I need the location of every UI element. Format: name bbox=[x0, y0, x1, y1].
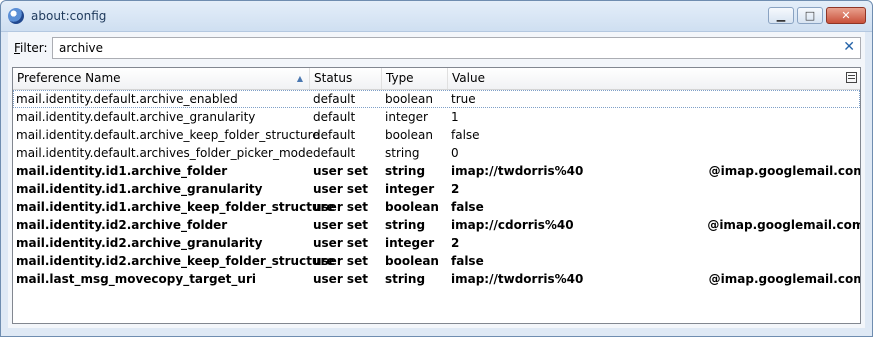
table-row[interactable]: mail.identity.id2.archive_granularity use… bbox=[13, 234, 860, 252]
pref-status-cell: user set bbox=[313, 164, 368, 178]
maximize-icon: □ bbox=[804, 9, 816, 22]
pref-status-cell: user set bbox=[313, 272, 368, 286]
pref-status-cell: user set bbox=[313, 254, 368, 268]
column-picker-icon[interactable] bbox=[846, 72, 857, 83]
pref-value-cell: false bbox=[451, 254, 484, 268]
pref-type-cell: string bbox=[385, 146, 420, 160]
pref-value-cell: imap://cdorris%40 @imap.googlemail.com/A… bbox=[451, 218, 860, 232]
maximize-button[interactable]: □ bbox=[797, 7, 823, 24]
pref-value-cell: 0 bbox=[451, 146, 459, 160]
pref-name-cell: mail.identity.id2.archive_keep_folder_st… bbox=[16, 254, 335, 268]
sort-ascending-icon: ▲ bbox=[296, 74, 303, 83]
pref-name-cell: mail.identity.default.archive_granularit… bbox=[16, 110, 256, 124]
table-row[interactable]: mail.identity.id1.archive_keep_folder_st… bbox=[13, 198, 860, 216]
preferences-tree[interactable]: Preference Name ▲ Status Type Value mail… bbox=[12, 67, 861, 324]
window-controls: ▁ □ ✕ bbox=[768, 7, 866, 24]
minimize-button[interactable]: ▁ bbox=[768, 7, 794, 24]
pref-name-cell: mail.identity.default.archive_keep_folde… bbox=[16, 128, 320, 142]
pref-status-cell: user set bbox=[313, 182, 368, 196]
pref-name-cell: mail.identity.id1.archive_granularity bbox=[16, 182, 263, 196]
minimize-icon: ▁ bbox=[776, 9, 786, 22]
title-bar[interactable]: about:config ▁ □ ✕ bbox=[1, 1, 872, 32]
pref-status-cell: user set bbox=[313, 218, 368, 232]
clear-filter-icon[interactable]: ✕ bbox=[843, 39, 855, 55]
window-title: about:config bbox=[31, 9, 107, 23]
pref-value-cell: 2 bbox=[451, 236, 460, 250]
pref-type-cell: integer bbox=[385, 110, 428, 124]
pref-type-cell: integer bbox=[385, 182, 435, 196]
pref-type-cell: boolean bbox=[385, 92, 433, 106]
column-header-type[interactable]: Type bbox=[382, 68, 448, 89]
pref-status-cell: default bbox=[313, 128, 356, 142]
pref-name-cell: mail.identity.id1.archive_keep_folder_st… bbox=[16, 200, 335, 214]
config-content: Filter: archive ✕ Preference Name ▲ Stat… bbox=[8, 32, 865, 328]
pref-status-cell: default bbox=[313, 92, 356, 106]
pref-status-cell: user set bbox=[313, 200, 368, 214]
table-row[interactable]: mail.last_msg_movecopy_target_uri user se… bbox=[13, 270, 860, 288]
pref-value-cell: imap://twdorris%40 @imap.googlemail.com/… bbox=[451, 272, 860, 286]
pref-name-cell: mail.identity.default.archive_enabled bbox=[16, 92, 238, 106]
pref-type-cell: string bbox=[385, 164, 426, 178]
pref-value-cell: false bbox=[451, 200, 484, 214]
pref-value-cell: imap://twdorris%40 @imap.googlemail.com/… bbox=[451, 164, 860, 178]
column-header-value[interactable]: Value bbox=[448, 68, 840, 89]
column-header-status[interactable]: Status bbox=[310, 68, 382, 89]
pref-name-cell: mail.identity.id2.archive_granularity bbox=[16, 236, 263, 250]
pref-status-cell: default bbox=[313, 146, 356, 160]
tree-header: Preference Name ▲ Status Type Value bbox=[13, 68, 860, 90]
close-button[interactable]: ✕ bbox=[826, 7, 866, 24]
filter-input[interactable]: archive ✕ bbox=[52, 37, 861, 59]
pref-value-cell: true bbox=[451, 92, 476, 106]
pref-name-cell: mail.last_msg_movecopy_target_uri bbox=[16, 272, 256, 286]
pref-name-cell: mail.identity.id2.archive_folder bbox=[16, 218, 228, 232]
table-row[interactable]: mail.identity.default.archive_granularit… bbox=[13, 108, 860, 126]
close-icon: ✕ bbox=[841, 9, 851, 22]
pref-value-cell: 2 bbox=[451, 182, 460, 196]
pref-name-cell: mail.identity.id1.archive_folder bbox=[16, 164, 228, 178]
pref-value-cell: false bbox=[451, 128, 480, 142]
pref-type-cell: boolean bbox=[385, 254, 439, 268]
filter-label: Filter: bbox=[14, 41, 48, 55]
table-row[interactable]: mail.identity.id2.archive_folder user set… bbox=[13, 216, 860, 234]
pref-type-cell: integer bbox=[385, 236, 435, 250]
about-config-window: about:config ▁ □ ✕ Filter: archive ✕ Pre… bbox=[0, 0, 873, 337]
pref-status-cell: default bbox=[313, 110, 356, 124]
table-row[interactable]: mail.identity.id1.archive_granularity use… bbox=[13, 180, 860, 198]
pref-type-cell: boolean bbox=[385, 200, 439, 214]
pref-name-cell: mail.identity.default.archives_folder_pi… bbox=[16, 146, 313, 160]
thunderbird-app-icon bbox=[8, 8, 24, 24]
pref-type-cell: string bbox=[385, 218, 426, 232]
filter-value: archive bbox=[59, 41, 104, 55]
preference-rows: mail.identity.default.archive_enableddef… bbox=[13, 90, 860, 288]
table-row[interactable]: mail.identity.default.archives_folder_pi… bbox=[13, 144, 860, 162]
pref-status-cell: user set bbox=[313, 236, 368, 250]
table-row[interactable]: mail.identity.default.archive_keep_folde… bbox=[13, 126, 860, 144]
pref-type-cell: string bbox=[385, 272, 426, 286]
filter-row: Filter: archive ✕ bbox=[8, 36, 865, 60]
pref-value-cell: 1 bbox=[451, 110, 459, 124]
table-row[interactable]: mail.identity.id1.archive_folder user set… bbox=[13, 162, 860, 180]
table-row[interactable]: mail.identity.default.archive_enabled def… bbox=[13, 90, 860, 108]
table-row[interactable]: mail.identity.id2.archive_keep_folder_st… bbox=[13, 252, 860, 270]
pref-type-cell: boolean bbox=[385, 128, 433, 142]
column-header-name[interactable]: Preference Name ▲ bbox=[13, 68, 310, 89]
